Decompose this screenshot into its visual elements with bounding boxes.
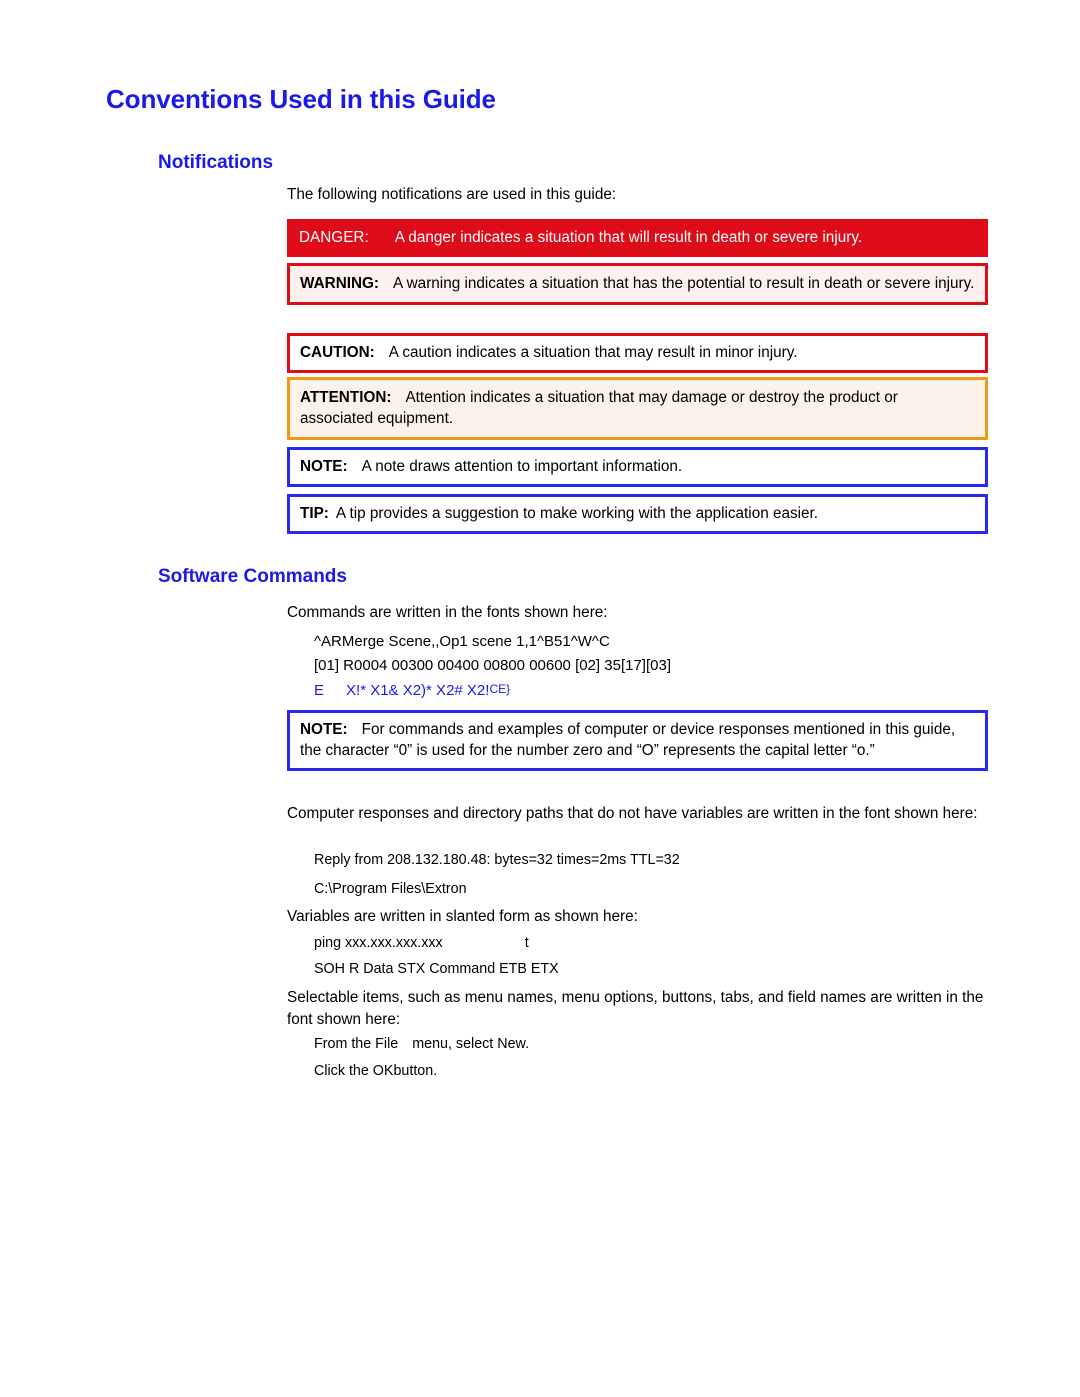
command-example-2: [01] R0004 00300 00400 00800 00600 [02] …	[314, 657, 671, 674]
selectable-example-2-prefix: Click the OK	[314, 1063, 394, 1079]
section-heading-notifications: Notifications	[158, 152, 274, 173]
selectable-example-1-suffix: .	[525, 1036, 530, 1052]
notice-caution: CAUTION: A caution indicates a situation …	[287, 333, 988, 373]
variable-example-trailing-glyph: t	[524, 935, 529, 951]
notice-zero-note-label: NOTE:	[300, 721, 348, 738]
command-example-3-prefix: E	[314, 682, 325, 699]
notice-zero-note-text: For commands and examples of computer or…	[300, 721, 956, 759]
section-heading-software-commands: Software Commands	[158, 566, 347, 587]
variable-example-1-text: ping xxx.xxx.xxx.xxx	[314, 935, 443, 951]
computer-responses-intro: Computer responses and directory paths t…	[287, 805, 978, 822]
selectable-example-2-middle: button.	[393, 1063, 438, 1079]
command-example-3-suffix: CE}	[489, 682, 511, 696]
notice-tip: TIP: A tip provides a suggestion to make …	[287, 494, 988, 534]
notice-note: NOTE: A note draws attention to important…	[287, 447, 988, 487]
variable-example-2: SOH R Data STX Command ETB ETX	[314, 961, 559, 977]
notice-danger: DANGER: A danger indicates a situation th…	[287, 219, 988, 257]
command-example-3: E X!* X1& X2)* X2# X2!CE}	[314, 678, 510, 702]
notice-note-text: A note draws attention to important info…	[361, 458, 683, 475]
computer-response-example-2: C:\Program Files\Extron	[314, 881, 467, 897]
variables-intro: Variables are written in slanted form as…	[287, 908, 638, 925]
computer-response-example-1: Reply from 208.132.180.48: bytes=32 time…	[314, 852, 680, 868]
notice-danger-text: A danger indicates a situation that will…	[394, 229, 863, 246]
notice-warning: WARNING: A warning indicates a situation …	[287, 263, 988, 305]
selectable-example-1-prefix: From the File	[314, 1036, 399, 1052]
notice-tip-label: TIP:	[300, 505, 329, 522]
notice-caution-label: CAUTION:	[300, 344, 375, 361]
selectable-example-2: Click the OKbutton.	[314, 1060, 437, 1083]
notice-attention-label: ATTENTION:	[300, 389, 392, 406]
notice-danger-label: DANGER:	[299, 229, 369, 246]
page-title: Conventions Used in this Guide	[106, 84, 496, 114]
command-example-3-body: X!* X1& X2)* X2# X2!	[346, 682, 490, 699]
selectable-example-1: From the File menu, select New.	[314, 1033, 529, 1056]
selectable-items-intro: Selectable items, such as menu names, me…	[287, 989, 984, 1028]
command-example-1: ^ARMerge Scene,,Op1 scene 1,1^B51^W^C	[314, 633, 610, 650]
selectable-example-1-middle: menu, select New	[412, 1036, 526, 1052]
notice-note-label: NOTE:	[300, 458, 348, 475]
variable-example-1: ping xxx.xxx.xxx.xxx t	[314, 932, 529, 955]
software-commands-intro: Commands are written in the fonts shown …	[287, 604, 608, 621]
notice-warning-label: WARNING:	[300, 275, 380, 292]
notice-zero-note: NOTE: For commands and examples of comput…	[287, 710, 988, 771]
notice-attention: ATTENTION: Attention indicates a situatio…	[287, 377, 988, 440]
document-page: Conventions Used in this Guide Notificat…	[0, 0, 1080, 1397]
notice-caution-text: A caution indicates a situation that may…	[388, 344, 798, 361]
notice-warning-text: A warning indicates a situation that has…	[393, 275, 975, 292]
notice-tip-text: A tip provides a suggestion to make work…	[335, 505, 819, 522]
notifications-intro: The following notifications are used in …	[287, 186, 617, 203]
